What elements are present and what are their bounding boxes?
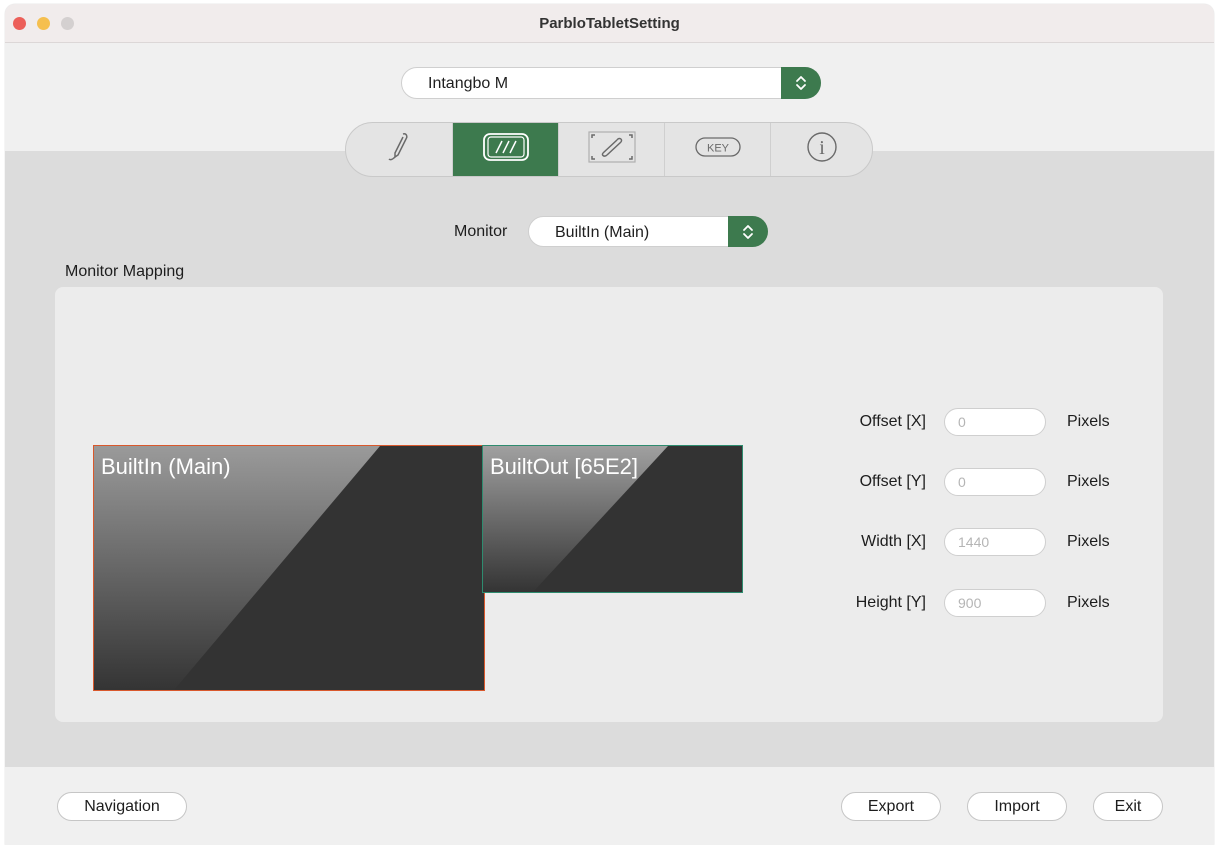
- height-y-input[interactable]: 900: [944, 589, 1046, 617]
- tab-tablet-area[interactable]: [453, 123, 558, 176]
- exit-button[interactable]: Exit: [1093, 792, 1163, 821]
- import-button[interactable]: Import: [967, 792, 1067, 821]
- tab-info[interactable]: i: [771, 123, 872, 176]
- pen-icon: [385, 131, 415, 168]
- navigation-button[interactable]: Navigation: [57, 792, 187, 821]
- height-y-unit: Pixels: [1067, 594, 1110, 611]
- chevron-up-down-icon[interactable]: [728, 216, 768, 247]
- height-y-label: Height [Y]: [855, 594, 926, 611]
- width-x-unit: Pixels: [1067, 533, 1110, 550]
- tab-key[interactable]: KEY: [665, 123, 770, 176]
- offset-y-label: Offset [Y]: [859, 473, 926, 490]
- monitor-label: Monitor: [454, 223, 508, 240]
- monitor-mapping-heading: Monitor Mapping: [65, 263, 185, 280]
- window-title: ParbloTabletSetting: [539, 15, 680, 32]
- settings-tab-bar: KEY i: [345, 122, 873, 177]
- chevron-up-down-icon[interactable]: [781, 67, 821, 99]
- tab-pen[interactable]: [347, 123, 452, 176]
- tab-display-mapping[interactable]: [559, 123, 664, 176]
- width-x-label: Width [X]: [861, 533, 926, 550]
- monitor-select-value: BuiltIn (Main): [555, 224, 650, 241]
- width-x-row: Width [X] 1440 Pixels: [55, 528, 1163, 558]
- device-select[interactable]: Intangbo M: [401, 67, 821, 99]
- offset-x-label: Offset [X]: [859, 413, 926, 430]
- key-icon: KEY: [694, 135, 742, 164]
- monitor-mapping-panel: BuiltIn (Main) BuiltOut [65E2] Offset [X…: [55, 287, 1163, 722]
- offset-x-row: Offset [X] 0 Pixels: [55, 408, 1163, 438]
- monitor-select[interactable]: BuiltIn (Main): [528, 216, 768, 247]
- height-y-row: Height [Y] 900 Pixels: [55, 589, 1163, 619]
- display-mapping-icon: [586, 129, 638, 170]
- export-button[interactable]: Export: [841, 792, 941, 821]
- width-x-input[interactable]: 1440: [944, 528, 1046, 556]
- tablet-area-icon: [482, 132, 530, 167]
- offset-x-input[interactable]: 0: [944, 408, 1046, 436]
- offset-x-unit: Pixels: [1067, 413, 1110, 430]
- app-window: ParbloTabletSetting Intangbo M KEY i Mon…: [5, 4, 1214, 845]
- offset-y-unit: Pixels: [1067, 473, 1110, 490]
- offset-y-row: Offset [Y] 0 Pixels: [55, 468, 1163, 498]
- device-select-value: Intangbo M: [428, 75, 509, 92]
- offset-y-input[interactable]: 0: [944, 468, 1046, 496]
- info-icon-label: i: [819, 137, 825, 159]
- info-icon: i: [805, 130, 839, 169]
- key-icon-label: KEY: [706, 143, 729, 155]
- title-bar: ParbloTabletSetting: [5, 4, 1214, 43]
